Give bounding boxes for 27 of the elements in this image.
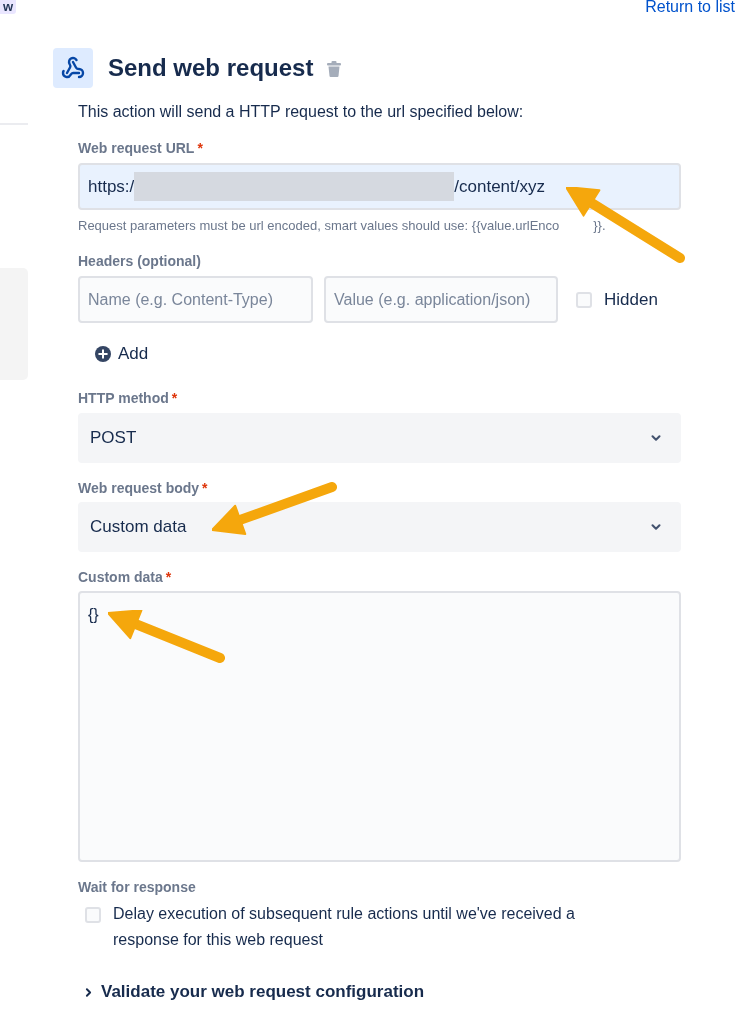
return-to-list-link[interactable]: Return to list bbox=[645, 0, 735, 14]
action-description: This action will send a HTTP request to the url specified below: bbox=[78, 102, 525, 122]
field-label: HTTP method * bbox=[78, 389, 179, 407]
http-method-select[interactable]: POST bbox=[78, 413, 681, 463]
action-title: Send web request bbox=[108, 53, 314, 83]
custom-data-field[interactable]: {} bbox=[78, 591, 681, 862]
wait-checkbox[interactable] bbox=[85, 907, 101, 923]
request-body-select[interactable]: Custom data bbox=[78, 502, 681, 552]
hidden-checkbox[interactable] bbox=[576, 291, 592, 308]
validate-toggle[interactable]: Validate your web request configuration bbox=[82, 981, 425, 1003]
checkbox-label: Delay execution of subsequent rule actions until we've received a response for this web request bbox=[113, 904, 576, 950]
field-label: Custom data * bbox=[78, 568, 173, 586]
field-label: Web request body * bbox=[78, 479, 209, 497]
helper-text: }}. bbox=[593, 218, 606, 234]
header-name-field[interactable]: Name (e.g. Content-Type) bbox=[78, 276, 313, 323]
helper-text: Request parameters must be url encoded, smart values should use: {{value.urlEnco bbox=[78, 218, 560, 234]
status-badge: w bbox=[0, 0, 17, 14]
checkbox-label: Hidden bbox=[604, 288, 658, 311]
field-label: Wait for response bbox=[78, 878, 197, 896]
add-header-button[interactable]: Add bbox=[92, 344, 152, 364]
field-label: Headers (optional) bbox=[78, 252, 202, 270]
header-value-field[interactable]: Value (e.g. application/json) bbox=[324, 276, 558, 323]
url-field[interactable]: https:/ /content/xyz bbox=[78, 163, 681, 210]
plus-circle-icon bbox=[95, 346, 111, 362]
webhook-icon bbox=[53, 48, 93, 88]
trash-icon[interactable] bbox=[327, 60, 342, 77]
field-label: Web request URL * bbox=[78, 139, 204, 157]
